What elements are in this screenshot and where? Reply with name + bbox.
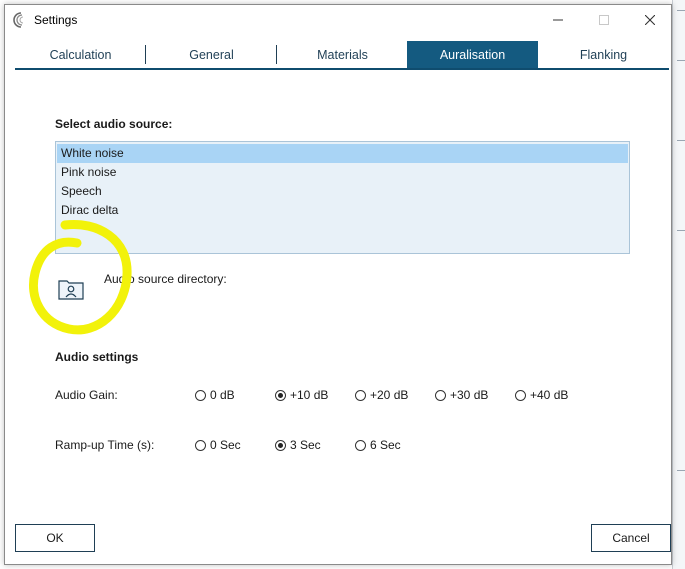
tab-label: General [189, 47, 234, 62]
radio-circle [355, 389, 366, 401]
close-icon [645, 15, 655, 25]
radio-circle [275, 389, 286, 401]
maximize-icon [599, 15, 609, 25]
close-button[interactable] [627, 5, 673, 35]
radio-label: 3 Sec [290, 438, 321, 452]
radio-circle [515, 389, 526, 401]
tab-general[interactable]: General [146, 41, 277, 68]
background-app-strip [672, 0, 685, 569]
app-logo-icon [13, 12, 24, 28]
tab-calculation[interactable]: Calculation [15, 41, 146, 68]
gain-option-30db[interactable]: +30 dB [435, 388, 488, 402]
radio-label: +40 dB [530, 388, 569, 402]
tab-label: Materials [317, 47, 368, 62]
gain-option-40db[interactable]: +40 dB [515, 388, 568, 402]
radio-label: +30 dB [450, 388, 489, 402]
tab-label: Calculation [49, 47, 112, 62]
minimize-button[interactable] [535, 5, 581, 35]
window-title: Settings [34, 13, 78, 27]
tab-auralisation[interactable]: Auralisation [407, 41, 538, 68]
audio-directory-label: Audio source directory: [104, 272, 227, 286]
radio-label: +20 dB [370, 388, 409, 402]
list-item[interactable]: Pink noise [57, 163, 628, 182]
tab-bar: Calculation General Materials Auralisati… [15, 41, 669, 70]
list-item[interactable]: Speech [57, 182, 628, 201]
audio-source-list[interactable]: White noise Pink noise Speech Dirac delt… [55, 141, 630, 254]
tab-flanking[interactable]: Flanking [538, 41, 669, 68]
gain-option-20db[interactable]: +20 dB [355, 388, 408, 402]
cancel-button[interactable]: Cancel [591, 524, 671, 552]
folder-user-icon [58, 280, 84, 300]
radio-circle [435, 389, 446, 401]
radio-circle [355, 439, 366, 451]
tab-label: Auralisation [439, 47, 506, 62]
settings-dialog: Settings Calculation General Materials A… [4, 4, 672, 565]
radio-circle [275, 439, 286, 451]
list-item[interactable]: Dirac delta [57, 201, 628, 220]
maximize-button[interactable] [581, 5, 627, 35]
audio-source-heading: Select audio source: [55, 117, 173, 131]
ramp-up-time-label: Ramp-up Time (s): [55, 438, 155, 452]
audio-gain-label: Audio Gain: [55, 388, 118, 402]
gain-option-10db[interactable]: +10 dB [275, 388, 328, 402]
radio-label: 6 Sec [370, 438, 401, 452]
radio-circle [195, 439, 206, 451]
audio-directory-button[interactable] [57, 277, 85, 301]
tab-materials[interactable]: Materials [277, 41, 408, 68]
ramp-option-6sec[interactable]: 6 Sec [355, 438, 401, 452]
list-item[interactable]: White noise [57, 144, 628, 163]
radio-label: 0 dB [210, 388, 235, 402]
minimize-icon [553, 19, 563, 21]
tab-label: Flanking [579, 47, 628, 62]
ramp-option-3sec[interactable]: 3 Sec [275, 438, 321, 452]
radio-circle [195, 389, 206, 401]
radio-label: 0 Sec [210, 438, 241, 452]
title-bar: Settings [5, 5, 671, 35]
gain-option-0db[interactable]: 0 dB [195, 388, 235, 402]
audio-settings-heading: Audio settings [55, 350, 139, 364]
ramp-option-0sec[interactable]: 0 Sec [195, 438, 241, 452]
ok-button[interactable]: OK [15, 524, 95, 552]
radio-label: +10 dB [290, 388, 329, 402]
